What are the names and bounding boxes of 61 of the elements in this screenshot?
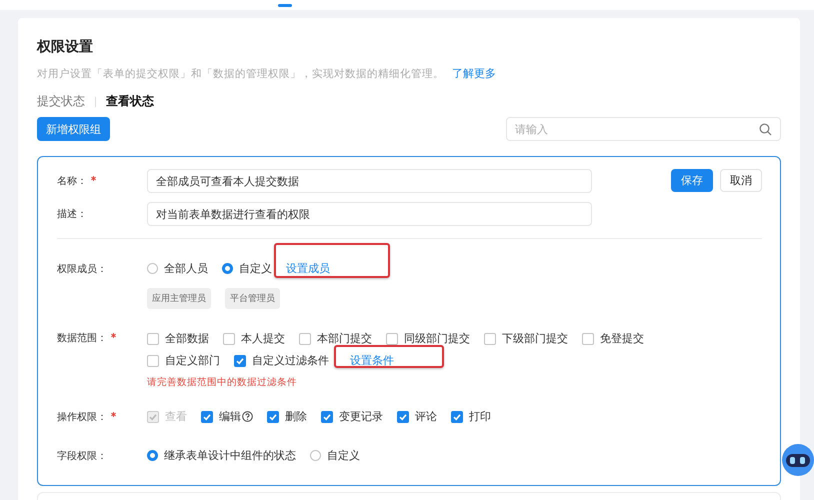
option-label: 同级部门提交 (404, 331, 470, 346)
checkbox[interactable] (397, 410, 409, 422)
text-field[interactable]: 全部成员可查看本人提交数据 (147, 169, 592, 193)
option-label: 删除 (285, 409, 307, 424)
field-label: 操作权限： (57, 410, 107, 424)
field-label: 权限成员： (57, 262, 107, 276)
option-label: 查看 (165, 409, 187, 424)
option-label: 免登提交 (600, 331, 644, 346)
text-field[interactable]: 对当前表单数据进行查看的权限 (147, 202, 592, 226)
checkbox[interactable] (147, 332, 159, 344)
checkbox[interactable] (201, 410, 213, 422)
cancel-button[interactable]: 取消 (720, 169, 762, 192)
robot-assistant-icon[interactable] (780, 442, 814, 478)
option-label: 本部门提交 (317, 331, 372, 346)
radio-button[interactable] (147, 450, 158, 461)
field-label: 字段权限： (57, 450, 107, 462)
member-tag: 平台管理员 (225, 288, 280, 309)
help-icon[interactable] (242, 411, 253, 422)
option-label: 打印 (469, 409, 491, 424)
option-label: 自定义部门 (165, 353, 220, 368)
search-icon (759, 123, 772, 136)
tab[interactable]: 查看状态 (106, 93, 154, 110)
page-description: 对用户设置「表单的提交权限」和「数据的管理权限」，实现对数据的精细化管理。 (37, 66, 444, 80)
option-label: 自定义过滤条件 (252, 353, 329, 368)
error-message: 请完善数据范围中的数据过滤条件 (147, 376, 298, 389)
option-label: 编辑 (219, 409, 241, 424)
option-label: 全部数据 (165, 331, 209, 346)
checkbox[interactable] (484, 332, 496, 344)
option-label: 全部人员 (164, 261, 208, 276)
option-label: 变更记录 (339, 409, 383, 424)
option-label: 继承表单设计中组件的状态 (164, 448, 296, 463)
option-label: 自定义 (239, 261, 272, 276)
checkbox[interactable] (234, 354, 246, 366)
field-label: 名称： (57, 175, 87, 188)
field-label: 数据范围： (57, 332, 107, 345)
option-label: 本人提交 (241, 331, 285, 346)
checkbox[interactable] (267, 410, 279, 422)
learn-more-link[interactable]: 了解更多 (452, 66, 496, 81)
checkbox[interactable] (223, 332, 235, 344)
member-tag: 应用主管理员 (147, 288, 211, 309)
add-group-button[interactable]: 新增权限组 (37, 117, 110, 141)
radio-button[interactable] (147, 263, 158, 274)
set-conditions-link[interactable]: 设置条件 (350, 353, 394, 368)
save-button[interactable]: 保存 (671, 169, 713, 192)
radio-button[interactable] (222, 263, 233, 274)
checkbox[interactable] (386, 332, 398, 344)
page-title: 权限设置 (37, 38, 94, 56)
checkbox[interactable] (451, 410, 463, 422)
checkbox[interactable] (582, 332, 594, 344)
option-label: 下级部门提交 (502, 331, 568, 346)
radio-button[interactable] (310, 450, 321, 461)
option-label: 评论 (415, 409, 437, 424)
checkbox[interactable] (321, 410, 333, 422)
field-label: 描述： (57, 208, 87, 221)
set-members-link[interactable]: 设置成员 (286, 261, 330, 276)
checkbox[interactable] (299, 332, 311, 344)
tab-indicator (278, 4, 292, 7)
search-field[interactable]: 请输入 (506, 117, 781, 141)
option-label: 自定义 (327, 448, 360, 463)
tab[interactable]: 提交状态 (37, 93, 85, 110)
checkbox[interactable] (147, 354, 159, 366)
